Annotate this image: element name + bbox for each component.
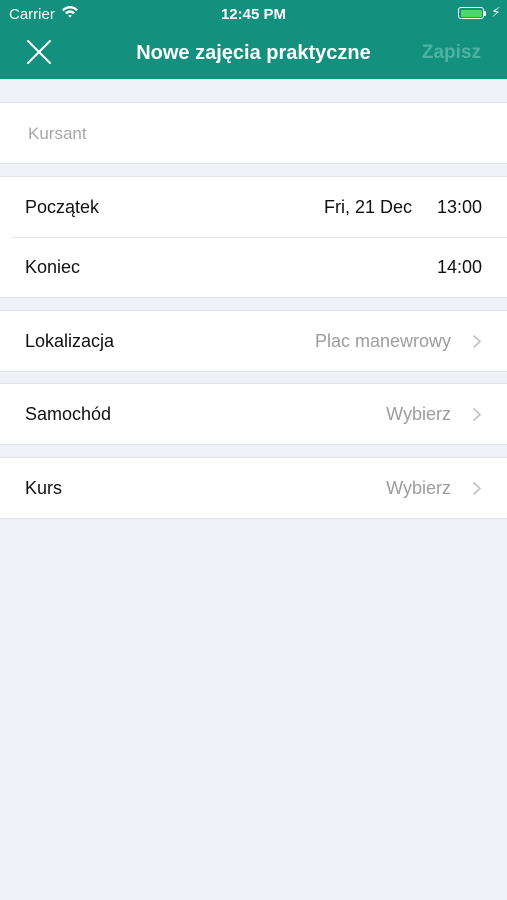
course-row[interactable]: Kurs Wybierz xyxy=(0,458,507,518)
car-label: Samochód xyxy=(25,404,112,424)
location-section: Lokalizacja Plac manewrowy xyxy=(0,310,507,372)
end-row[interactable]: Koniec 14:00 xyxy=(0,237,507,297)
navigation-header: Carrier 12:45 PM ⚡︎ Nowe zajęcia praktyc… xyxy=(0,0,507,79)
student-section: Kursant xyxy=(0,102,507,164)
chevron-right-icon xyxy=(473,408,481,421)
location-label: Lokalizacja xyxy=(25,331,115,351)
start-row[interactable]: Początek Fri, 21 Dec 13:00 xyxy=(0,177,507,237)
chevron-right-icon xyxy=(473,335,481,348)
course-section: Kurs Wybierz xyxy=(0,457,507,519)
end-label: Koniec xyxy=(25,257,81,277)
start-time[interactable]: 13:00 xyxy=(437,197,482,218)
location-value: Plac manewrowy xyxy=(314,331,451,351)
save-button[interactable]: Zapisz xyxy=(422,42,481,64)
battery-icon xyxy=(458,7,484,19)
status-bar: Carrier 12:45 PM ⚡︎ xyxy=(0,0,507,28)
chevron-right-icon xyxy=(473,482,481,495)
charging-bolt-icon: ⚡︎ xyxy=(491,4,501,20)
car-value: Wybierz xyxy=(386,404,451,424)
clock: 12:45 PM xyxy=(220,6,287,23)
student-placeholder: Kursant xyxy=(28,124,87,143)
end-time[interactable]: 14:00 xyxy=(437,257,482,278)
course-value: Wybierz xyxy=(386,478,451,498)
start-label: Początek xyxy=(25,197,100,217)
car-row[interactable]: Samochód Wybierz xyxy=(0,384,507,444)
time-section: Początek Fri, 21 Dec 13:00 Koniec 14:00 xyxy=(0,176,507,298)
course-label: Kurs xyxy=(25,478,63,498)
start-date[interactable]: Fri, 21 Dec xyxy=(324,197,412,218)
car-section: Samochód Wybierz xyxy=(0,383,507,445)
location-row[interactable]: Lokalizacja Plac manewrowy xyxy=(0,311,507,371)
battery-tip xyxy=(484,11,486,16)
student-field[interactable]: Kursant xyxy=(0,103,507,163)
